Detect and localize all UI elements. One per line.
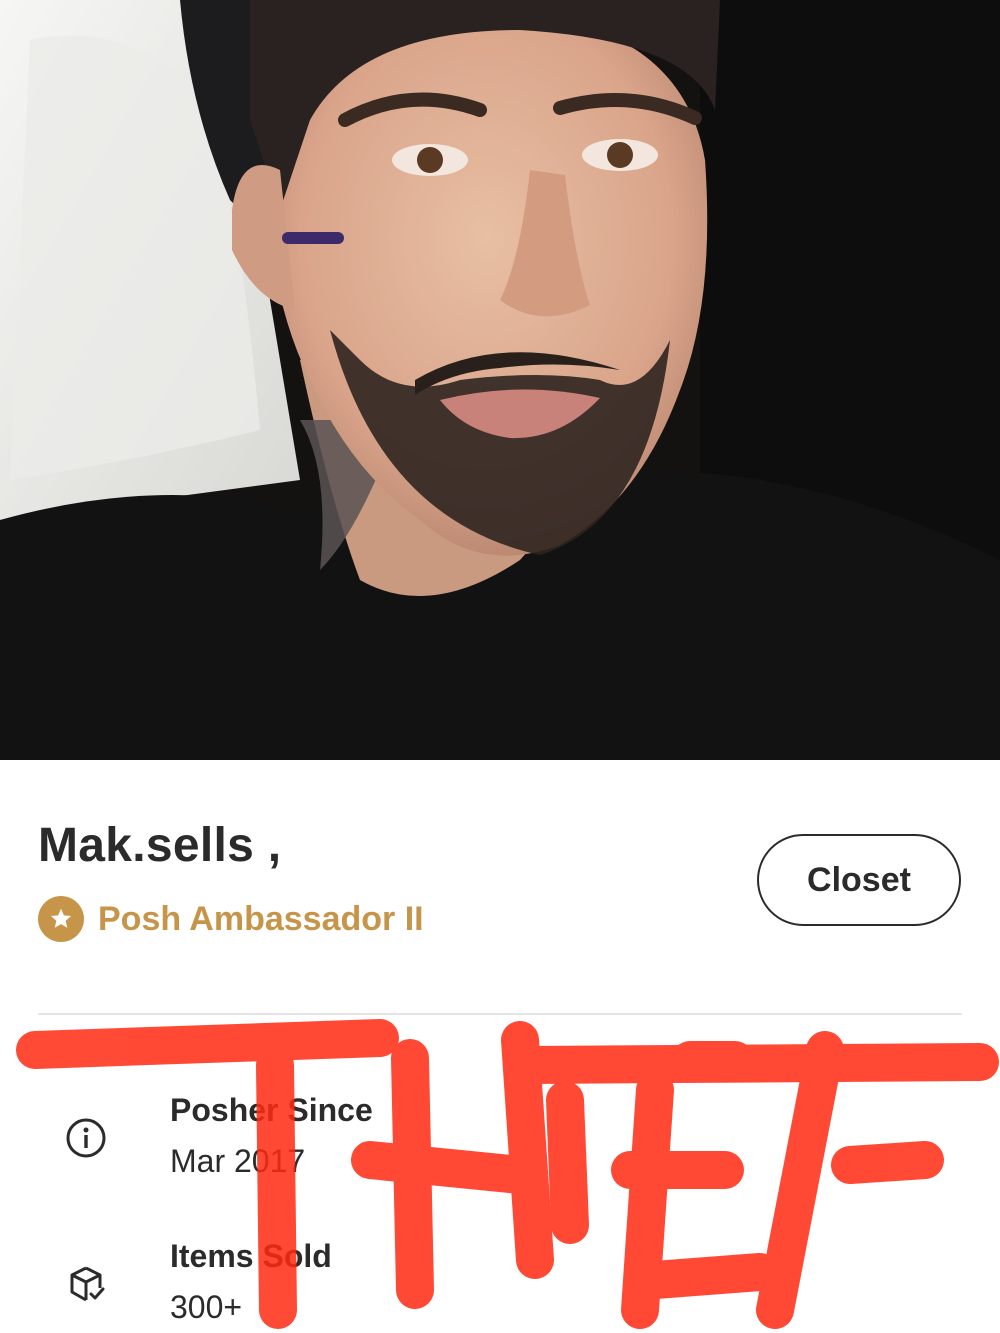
- ambassador-badge: Posh Ambassador II: [38, 896, 424, 942]
- profile-photo: [0, 0, 1000, 760]
- posher-since-value: Mar 2017: [170, 1143, 306, 1179]
- posher-since-label: Posher Since: [170, 1092, 373, 1128]
- badge-label: Posh Ambassador II: [98, 899, 424, 938]
- closet-button[interactable]: Closet: [757, 834, 961, 926]
- profile-info: Mak.sells , Posh Ambassador II Closet Po…: [0, 760, 1000, 1333]
- items-sold-value: 300+: [170, 1289, 243, 1325]
- divider: [38, 1013, 962, 1015]
- items-sold-label: Items Sold: [170, 1238, 332, 1274]
- username: Mak.sells ,: [38, 819, 282, 872]
- package-check-icon: [64, 1262, 108, 1306]
- star-badge-icon: [38, 896, 84, 942]
- info-icon: [64, 1116, 108, 1160]
